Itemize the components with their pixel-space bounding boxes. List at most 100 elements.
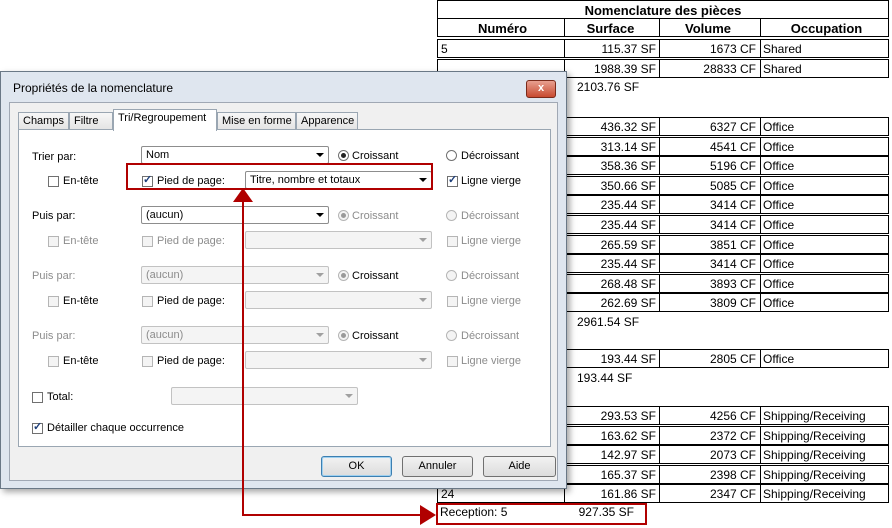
cell-volume: 2073 CF <box>659 446 760 463</box>
tab-mise-en-forme[interactable]: Mise en forme <box>217 112 296 130</box>
chevron-down-icon <box>316 273 324 277</box>
cell-occupation: Office <box>760 118 890 135</box>
cell-volume: 5085 CF <box>659 176 760 194</box>
blank-line-checkbox[interactable] <box>447 236 458 247</box>
then-by-label: Puis par: <box>32 330 76 342</box>
header-checkbox[interactable] <box>48 296 59 307</box>
footer-checkbox[interactable] <box>142 356 153 367</box>
total-checkbox[interactable] <box>32 392 43 403</box>
dialog-titlebar[interactable]: Propriétés de la nomenclature x <box>1 72 566 102</box>
chevron-down-icon <box>316 213 324 217</box>
cell-volume: 3414 CF <box>659 255 760 273</box>
cell-surface: 115.37 SF <box>564 40 659 57</box>
cell-occupation: Office <box>760 274 890 292</box>
then-by-select-1[interactable]: (aucun) <box>141 206 329 224</box>
group-total-value: 2103.76 SF <box>577 80 640 94</box>
ascending-radio[interactable] <box>338 330 349 341</box>
total-select[interactable] <box>171 387 358 405</box>
tab-sorting-grouping[interactable]: Tri/Regroupement <box>113 109 217 131</box>
header-numero: Numéro <box>477 21 528 36</box>
blank-line-checkbox[interactable] <box>447 296 458 307</box>
cell-volume: 3851 CF <box>659 235 760 253</box>
descending-label: Décroissant <box>461 210 520 222</box>
header-label: En-tête <box>63 355 99 367</box>
chevron-down-icon <box>316 153 324 157</box>
cell-volume: 3893 CF <box>659 274 760 292</box>
schedule-title: Nomenclature des pièces <box>437 0 889 19</box>
cell-volume: 2398 CF <box>659 465 760 483</box>
blank-line-checkbox[interactable] <box>447 356 458 367</box>
radio-dot <box>341 273 346 278</box>
header-label: En-tête <box>63 235 99 247</box>
descending-label: Décroissant <box>461 270 520 282</box>
header-checkbox[interactable] <box>48 176 59 187</box>
cancel-button[interactable]: Annuler <box>402 456 473 477</box>
schedule-title-text: Nomenclature des pièces <box>584 3 742 18</box>
header-label: En-tête <box>63 295 99 307</box>
ascending-label: Croissant <box>352 330 399 342</box>
footer-select[interactable] <box>245 351 432 369</box>
cell-occupation: Shipping/Receiving <box>760 465 890 483</box>
arrow-up-icon <box>233 188 253 202</box>
cell-occupation: Office <box>760 350 890 367</box>
schedule-header-row: Numéro Surface Volume Occupation <box>437 18 889 37</box>
cell-occupation: Shipping/Receiving <box>760 407 890 424</box>
cell-occupation: Office <box>760 157 890 175</box>
cell-volume: 3414 CF <box>659 196 760 214</box>
total-label: Total: <box>47 391 74 403</box>
arrow-right-icon <box>420 505 436 525</box>
close-button[interactable]: x <box>526 80 556 98</box>
footer-checkbox[interactable] <box>142 236 153 247</box>
header-checkbox[interactable] <box>48 236 59 247</box>
arrow-up-head <box>233 188 253 202</box>
table-row: 5 115.37 SF 1673 CF Shared <box>437 39 889 58</box>
ok-button[interactable]: OK <box>321 456 392 477</box>
arrow-right-head <box>420 505 436 525</box>
header-checkbox[interactable] <box>48 356 59 367</box>
cell-surface: 235.44 SF <box>564 216 659 233</box>
cell-surface: 358.36 SF <box>564 157 659 175</box>
then-by-select-3[interactable]: (aucun) <box>141 326 329 344</box>
descending-radio[interactable] <box>446 330 457 341</box>
radio-dot <box>341 213 346 218</box>
cell-occupation: Shipping/Receiving <box>760 485 890 502</box>
cell-volume: 3414 CF <box>659 216 760 233</box>
descending-radio[interactable] <box>446 150 457 161</box>
sort-by-select[interactable]: Nom <box>141 146 329 164</box>
help-button[interactable]: Aide <box>483 456 556 477</box>
ascending-radio[interactable] <box>338 210 349 221</box>
footer-select[interactable] <box>245 291 432 309</box>
blank-line-checkbox[interactable]: ✓ <box>447 174 458 187</box>
radio-dot <box>341 153 346 158</box>
sort-by-label: Trier par: <box>32 151 77 163</box>
then-by-label: Puis par: <box>32 210 76 222</box>
chevron-down-icon <box>419 238 427 242</box>
tab-champs[interactable]: Champs <box>18 112 69 130</box>
cell-volume: 6327 CF <box>659 118 760 135</box>
descending-radio[interactable] <box>446 210 457 221</box>
itemize-checkbox[interactable]: ✓ <box>32 421 43 434</box>
tab-apparence[interactable]: Apparence <box>296 112 358 130</box>
cell-occupation: Office <box>760 137 890 155</box>
sort-by-value: Nom <box>146 149 170 161</box>
descending-radio[interactable] <box>446 270 457 281</box>
ascending-radio[interactable] <box>338 150 349 161</box>
dialog-title: Propriétés de la nomenclature <box>13 81 174 95</box>
footer-total-highlight <box>436 503 647 525</box>
cell-volume: 4256 CF <box>659 407 760 424</box>
footer-select[interactable] <box>245 231 432 249</box>
ascending-label: Croissant <box>352 210 399 222</box>
chevron-down-icon <box>419 358 427 362</box>
descending-label: Décroissant <box>461 150 520 162</box>
checkmark-icon: ✓ <box>33 421 43 433</box>
close-icon: x <box>537 82 545 94</box>
then-by-select-2[interactable]: (aucun) <box>141 266 329 284</box>
chevron-down-icon <box>419 298 427 302</box>
footer-checkbox[interactable] <box>142 296 153 307</box>
cell-surface: 235.44 SF <box>564 196 659 214</box>
cell-volume: 3809 CF <box>659 294 760 312</box>
ascending-radio[interactable] <box>338 270 349 281</box>
cell-volume: 5196 CF <box>659 157 760 175</box>
tab-filtre[interactable]: Filtre <box>69 112 113 130</box>
cell-surface: 163.62 SF <box>564 426 659 444</box>
